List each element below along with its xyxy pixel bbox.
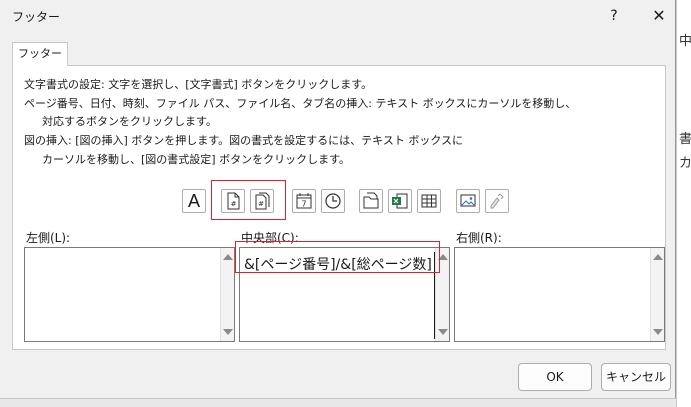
insert-date-button[interactable]: 7 — [292, 189, 316, 213]
format-picture-icon — [490, 193, 504, 209]
center-section-input[interactable]: &[ページ番号]/&[総ページ数] — [239, 247, 450, 342]
instruction-line: ページ番号、日付、時刻、ファイル パス、ファイル名、タブ名の挿入: テキスト ボ… — [24, 97, 577, 110]
background-cell-text: カ — [679, 156, 691, 171]
ok-button[interactable]: OK — [518, 363, 592, 391]
center-section-text: &[ページ番号]/&[総ページ数] — [244, 257, 432, 273]
left-section-input[interactable] — [24, 247, 235, 342]
background-cell-text: 書 — [679, 132, 691, 147]
insert-file-name-button[interactable] — [388, 189, 412, 213]
right-section-label: 右側(R): — [456, 231, 502, 245]
cancel-button[interactable]: キャンセル — [601, 363, 671, 391]
instruction-line: 図の挿入: [図の挿入] ボタンを押します。図の書式を設定するには、テキスト ボ… — [24, 134, 464, 147]
svg-text:#: # — [258, 200, 264, 208]
close-button[interactable]: ✕ — [645, 4, 673, 28]
svg-text:#: # — [231, 200, 237, 208]
scroll-down-icon[interactable] — [438, 329, 448, 335]
instruction-line: 文字書式の設定: 文字を選択し、[文字書式] ボタンをクリックします。 — [24, 78, 373, 91]
right-section-input[interactable] — [454, 247, 665, 342]
footer-dialog: フッター ? ✕ フッター 文字書式の設定: 文字を選択し、[文字書式] ボタン… — [0, 0, 676, 398]
background-cell-text: 中央 — [679, 34, 691, 49]
left-section-scrollbar[interactable] — [220, 248, 234, 341]
clock-icon — [325, 193, 341, 209]
picture-icon — [460, 194, 476, 207]
insert-sheet-name-button[interactable] — [417, 189, 441, 213]
center-section-scrollbar[interactable] — [435, 248, 449, 341]
insert-time-button[interactable] — [321, 189, 345, 213]
instruction-line: カーソルを移動し、[図の書式設定] ボタンをクリックします。 — [42, 153, 350, 166]
folder-icon — [363, 192, 379, 209]
instruction-line: 対応するボタンをクリックします。 — [42, 115, 217, 128]
svg-text:7: 7 — [301, 200, 306, 209]
page-count-icon: # — [255, 192, 270, 210]
excel-file-icon — [392, 193, 408, 209]
insert-picture-button[interactable] — [456, 189, 480, 213]
tab-footer[interactable]: フッター — [12, 42, 68, 66]
background-spreadsheet: 中央 書 カ — [676, 0, 691, 407]
center-section-label: 中央部(C): — [241, 231, 299, 245]
scroll-up-icon[interactable] — [438, 254, 448, 260]
right-section-scrollbar[interactable] — [650, 248, 664, 341]
insert-page-count-button[interactable]: # — [250, 189, 274, 213]
left-section-label: 左側(L): — [26, 231, 71, 245]
scroll-up-icon[interactable] — [223, 254, 233, 260]
calendar-icon: 7 — [296, 193, 312, 209]
insert-file-path-button[interactable] — [359, 189, 383, 213]
sheet-grid-icon — [421, 194, 437, 208]
scroll-down-icon[interactable] — [653, 329, 663, 335]
format-text-button[interactable]: A — [182, 189, 206, 213]
format-text-icon: A — [187, 190, 200, 211]
dialog-title: フッター — [12, 10, 61, 24]
scroll-up-icon[interactable] — [653, 254, 663, 260]
format-picture-button[interactable] — [485, 189, 509, 213]
title-bar: フッター ? ✕ — [0, 0, 676, 32]
page-number-icon: # — [227, 192, 240, 210]
background-sheet-area — [0, 398, 676, 407]
insert-page-number-button[interactable]: # — [221, 189, 245, 213]
scroll-down-icon[interactable] — [223, 329, 233, 335]
help-button[interactable]: ? — [600, 4, 628, 28]
